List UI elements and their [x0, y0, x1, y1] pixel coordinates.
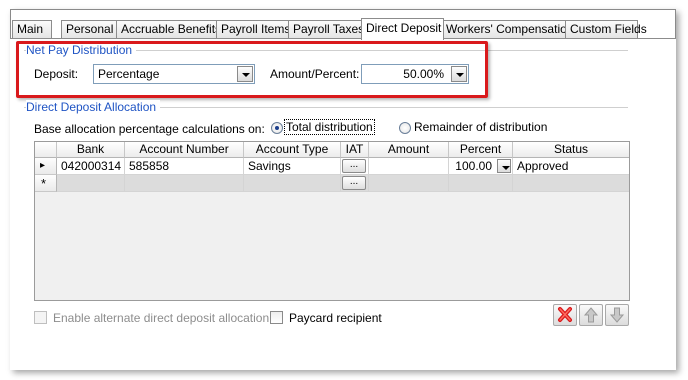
- radio-remainder-distribution[interactable]: [399, 122, 411, 134]
- cell-percent[interactable]: 100.00: [449, 158, 513, 175]
- cell-percent-new[interactable]: [449, 175, 513, 192]
- tab-direct-deposit[interactable]: Direct Deposit: [361, 18, 444, 40]
- column-header-amount[interactable]: Amount: [369, 142, 449, 158]
- tab-label: Workers' Compensation: [446, 22, 574, 36]
- arrow-up-icon: [583, 307, 599, 323]
- tab-label: Payroll Taxes: [293, 22, 365, 36]
- column-header-account-type[interactable]: Account Type: [244, 142, 341, 158]
- cell-status-new[interactable]: [513, 175, 629, 192]
- cell-account-type[interactable]: Savings: [244, 158, 341, 175]
- allocation-grid: Bank Account Number Account Type IAT Amo…: [34, 141, 630, 301]
- column-header-account-number[interactable]: Account Number: [125, 142, 244, 158]
- row-header-corner: [35, 142, 57, 158]
- column-header-status[interactable]: Status: [513, 142, 629, 158]
- tab-label: Personal: [66, 22, 114, 36]
- move-up-button[interactable]: [579, 304, 603, 326]
- alternate-allocation-label: Enable alternate direct deposit allocati…: [53, 311, 270, 325]
- new-row-asterisk-icon: *: [41, 176, 47, 191]
- column-header-percent[interactable]: Percent: [449, 142, 513, 158]
- move-down-button[interactable]: [605, 304, 629, 326]
- cell-account-number-new[interactable]: [125, 175, 244, 192]
- cell-account-type-new[interactable]: [244, 175, 341, 192]
- base-allocation-label: Base allocation percentage calculations …: [34, 122, 265, 136]
- column-header-bank[interactable]: Bank: [57, 142, 125, 158]
- paycard-recipient-label: Paycard recipient: [289, 311, 382, 325]
- cell-amount[interactable]: [369, 158, 449, 175]
- delete-x-icon: [558, 307, 572, 322]
- tab-label: Payroll Items: [221, 22, 291, 36]
- arrow-down-icon: [609, 307, 625, 323]
- paycard-recipient-checkbox[interactable]: [270, 311, 283, 324]
- delete-row-button[interactable]: [553, 304, 577, 326]
- tab-custom-fields[interactable]: Custom Fields: [565, 20, 647, 39]
- tab-label: Main: [17, 22, 44, 36]
- cell-iat: ...: [341, 158, 369, 175]
- chevron-down-icon[interactable]: [497, 159, 511, 173]
- cell-bank-new[interactable]: [57, 175, 125, 192]
- cell-iat-new: ...: [341, 175, 369, 192]
- tab-accruable-benefits[interactable]: Accruable Benefits: [116, 20, 226, 39]
- alternate-allocation-checkbox[interactable]: [34, 311, 47, 324]
- percent-value: 100.00: [455, 159, 492, 173]
- total-distribution-label[interactable]: Total distribution: [284, 119, 375, 135]
- allocation-group-title: Direct Deposit Allocation: [26, 100, 161, 114]
- cell-bank[interactable]: 042000314: [57, 158, 125, 175]
- row-current-marker-icon: ▸: [40, 160, 46, 171]
- row-selector-new[interactable]: *: [35, 175, 57, 192]
- column-header-iat[interactable]: IAT: [341, 142, 369, 158]
- tab-workers-compensation[interactable]: Workers' Compensation: [441, 20, 573, 39]
- tab-label: Accruable Benefits: [121, 22, 222, 36]
- cell-status[interactable]: Approved: [513, 158, 629, 175]
- radio-total-distribution[interactable]: [271, 122, 283, 134]
- iat-ellipsis-button[interactable]: ...: [342, 159, 366, 173]
- cell-account-number[interactable]: 585858: [125, 158, 244, 175]
- tab-main[interactable]: Main: [12, 20, 52, 39]
- highlight-box: [16, 41, 488, 98]
- tab-label: Custom Fields: [570, 22, 647, 36]
- remainder-distribution-label[interactable]: Remainder of distribution: [414, 120, 547, 134]
- tab-label: Direct Deposit: [366, 21, 442, 35]
- tab-payroll-taxes[interactable]: Payroll Taxes: [288, 20, 370, 39]
- tab-payroll-items[interactable]: Payroll Items: [216, 20, 296, 39]
- row-selector-current[interactable]: ▸: [35, 158, 57, 175]
- total-distribution-text: Total distribution: [284, 119, 375, 135]
- tab-bar: Main Personal Accruable Benefits Payroll…: [10, 18, 676, 40]
- cell-amount-new[interactable]: [369, 175, 449, 192]
- iat-ellipsis-button[interactable]: ...: [342, 176, 366, 190]
- tab-personal[interactable]: Personal: [61, 20, 118, 39]
